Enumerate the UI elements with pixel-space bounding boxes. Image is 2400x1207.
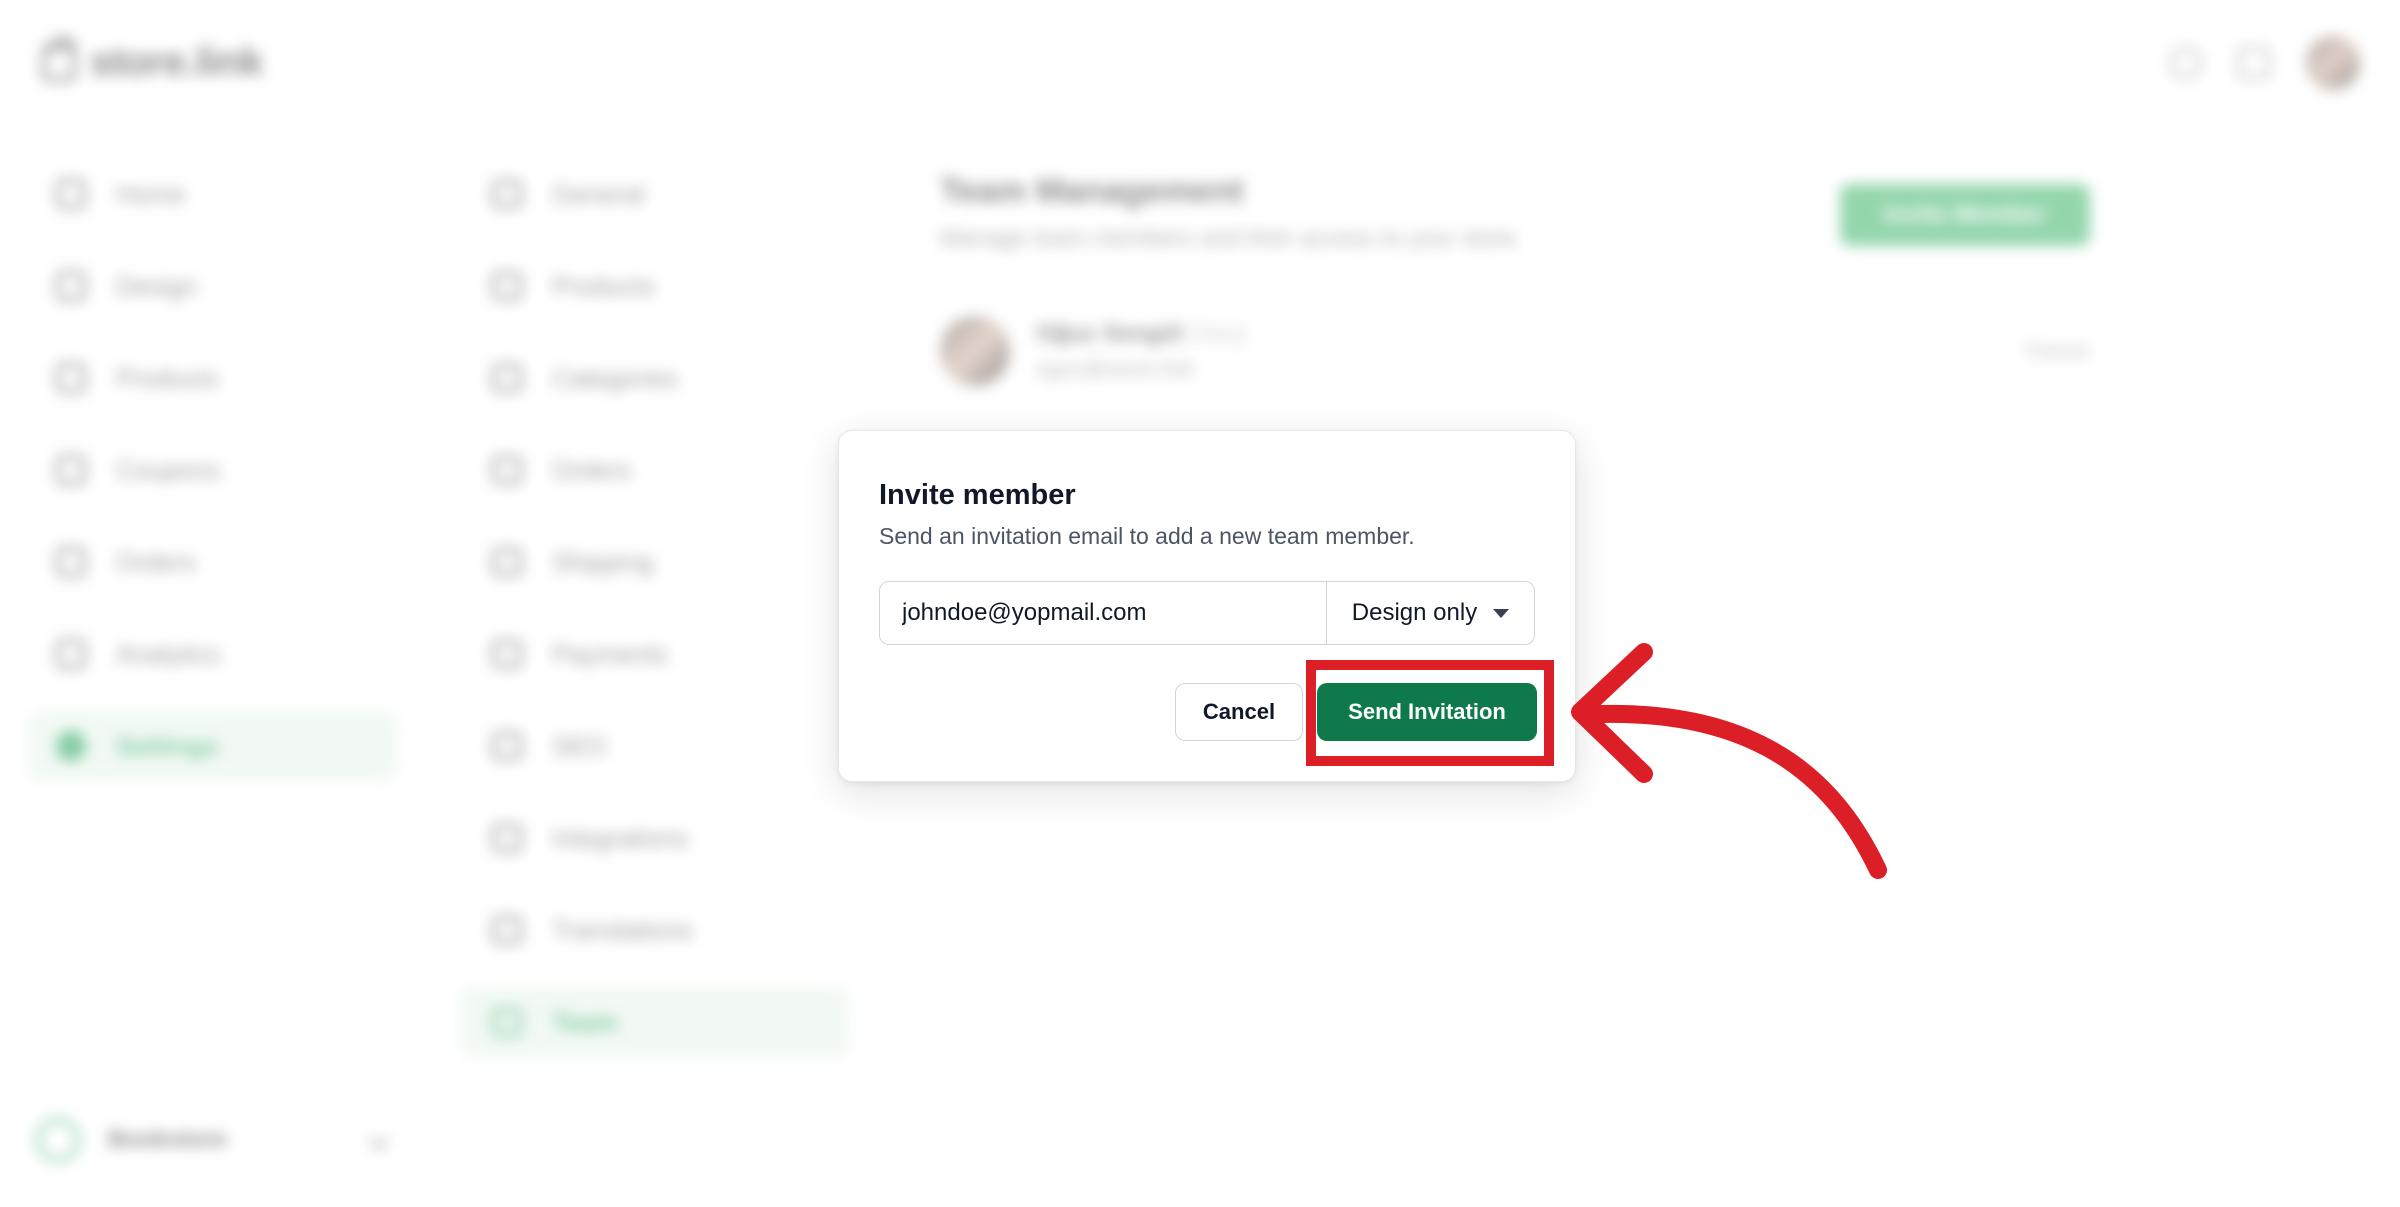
settings-nav-categories[interactable]: Categories — [460, 342, 850, 414]
monitor-icon — [492, 180, 522, 208]
settings-nav-seo[interactable]: SEO — [460, 710, 850, 782]
sidebar-item-design[interactable]: Design — [28, 250, 398, 322]
logo-text: store.link — [90, 40, 263, 84]
settings-nav-integrations[interactable]: Integrations — [460, 802, 850, 874]
design-icon — [56, 271, 86, 301]
cart-icon — [56, 547, 86, 577]
member-role: Owner — [2025, 338, 2090, 363]
dialog-description: Send an invitation email to add a new te… — [879, 523, 1415, 549]
settings-icon — [56, 731, 86, 761]
role-select-value: Design only — [1351, 599, 1478, 626]
store-switcher[interactable]: Bookstore — [36, 1118, 389, 1162]
shapes-icon — [492, 364, 522, 392]
plug-icon — [492, 824, 522, 852]
sidebar-item-coupons[interactable]: Coupons — [28, 434, 398, 506]
top-bar-icons — [2170, 36, 2360, 90]
settings-nav-team[interactable]: Team — [460, 986, 850, 1058]
home-icon — [56, 179, 86, 209]
highlight-box — [1306, 660, 1554, 766]
list-icon — [492, 456, 522, 484]
shopping-bag-icon — [42, 36, 76, 81]
curved-arrow-icon — [1571, 643, 1887, 879]
settings-nav-products[interactable]: Products — [460, 250, 850, 322]
credit-card-icon — [492, 640, 522, 668]
chart-icon — [56, 639, 86, 669]
settings-nav-translations[interactable]: Translations — [460, 894, 850, 966]
team-icon — [492, 1008, 522, 1036]
invite-field-group: Design only — [879, 581, 1535, 645]
settings-nav: General Products Categories Orders Shipp… — [460, 158, 850, 1078]
settings-nav-general[interactable]: General — [460, 158, 850, 230]
settings-nav-shipping[interactable]: Shipping — [460, 526, 850, 598]
member-name: Oğuz Sengül — [1036, 320, 1183, 347]
chevron-down-icon — [369, 1130, 389, 1150]
settings-nav-orders[interactable]: Orders — [460, 434, 850, 506]
role-select[interactable]: Design only — [1326, 582, 1534, 644]
sidebar-item-products[interactable]: Products — [28, 342, 398, 414]
cancel-button[interactable]: Cancel — [1175, 683, 1303, 741]
member-tag: (You) — [1189, 320, 1246, 347]
tag-icon — [56, 455, 86, 485]
help-icon[interactable] — [2170, 47, 2202, 79]
app-logo: store.link — [42, 36, 263, 85]
user-avatar[interactable] — [2306, 36, 2360, 90]
invite-member-button[interactable]: Invite Member — [1840, 184, 2090, 246]
globe-icon — [492, 732, 522, 760]
caret-down-icon — [1493, 608, 1510, 618]
main-sidebar: Home Design Products Coupons Orders Anal… — [28, 158, 398, 802]
sidebar-item-analytics[interactable]: Analytics — [28, 618, 398, 690]
store-name: Bookstore — [108, 1126, 227, 1153]
sidebar-item-orders[interactable]: Orders — [28, 526, 398, 598]
sidebar-item-settings[interactable]: Settings — [28, 710, 398, 782]
box-icon — [56, 363, 86, 393]
mail-icon[interactable] — [2238, 47, 2270, 79]
member-avatar — [940, 316, 1010, 386]
translate-icon — [492, 916, 522, 944]
team-management-panel: Team Management Manage team members and … — [940, 172, 2090, 386]
dialog-title: Invite member — [879, 479, 1076, 511]
email-field[interactable] — [880, 582, 1326, 644]
member-row: Oğuz Sengül (You) oguz@store.link Owner — [940, 316, 2090, 386]
sidebar-item-home[interactable]: Home — [28, 158, 398, 230]
store-icon — [36, 1118, 80, 1162]
calendar-icon — [492, 272, 522, 300]
member-email: oguz@store.link — [1036, 356, 1195, 381]
settings-nav-payments[interactable]: Payments — [460, 618, 850, 690]
truck-icon — [492, 548, 522, 576]
